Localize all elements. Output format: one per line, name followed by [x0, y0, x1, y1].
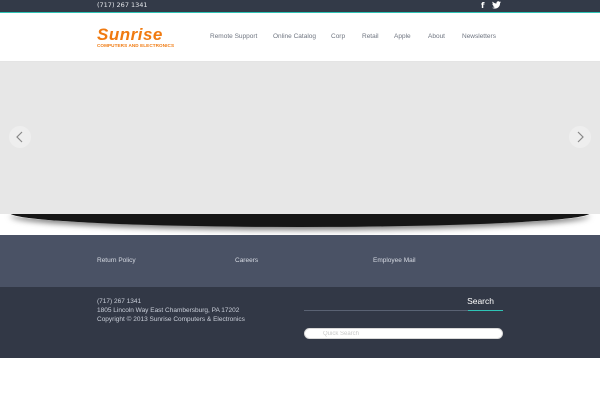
site-header: Sunrise COMPUTERS AND ELECTRONICS Remote… [0, 14, 600, 62]
nav-item-remote-support[interactable]: Remote Support [210, 33, 257, 40]
logo-tagline: COMPUTERS AND ELECTRONICS [97, 43, 175, 48]
shadow-shape [10, 214, 590, 227]
page-bottom-space [0, 358, 600, 400]
nav-item-retail[interactable]: Retail [362, 33, 379, 40]
nav-item-apple[interactable]: Apple [394, 33, 411, 40]
search-title: Search [467, 296, 494, 306]
search-title-underline [468, 310, 503, 311]
nav-item-corp[interactable]: Corp [331, 33, 345, 40]
logo[interactable]: Sunrise COMPUTERS AND ELECTRONICS [97, 25, 183, 51]
chevron-right-icon [577, 131, 584, 143]
logo-wordmark: Sunrise [97, 25, 163, 44]
facebook-icon[interactable]: f [481, 1, 484, 10]
search-widget-header: Search [304, 296, 503, 311]
nav-item-newsletters[interactable]: Newsletters [462, 33, 496, 40]
slider-shadow [0, 214, 600, 235]
slider-next-button[interactable] [569, 126, 591, 148]
topbar-phone: (717) 267 1341 [97, 1, 148, 9]
slider-prev-button[interactable] [9, 126, 31, 148]
footer-phone: (717) 267 1341 [97, 298, 142, 305]
twitter-icon[interactable] [492, 1, 501, 11]
footer-link-careers[interactable]: Careers [235, 257, 258, 264]
nav-item-online-catalog[interactable]: Online Catalog [273, 33, 316, 40]
footer-link-return-policy[interactable]: Return Policy [97, 257, 136, 264]
hero-slider [0, 62, 600, 214]
footer-copyright: Copyright © 2013 Sunrise Computers & Ele… [97, 316, 245, 323]
chevron-left-icon [16, 131, 23, 143]
footer-link-employee-mail[interactable]: Employee Mail [373, 257, 416, 264]
top-bar: (717) 267 1341 f [0, 0, 600, 13]
footer-address: 1805 Lincoln Way East Chambersburg, PA 1… [97, 307, 240, 314]
footer-bottom: (717) 267 1341 1805 Lincoln Way East Cha… [0, 287, 600, 358]
quick-search-input[interactable] [304, 328, 503, 339]
nav-item-about[interactable]: About [428, 33, 445, 40]
footer-links-band: Return Policy Careers Employee Mail [0, 235, 600, 287]
